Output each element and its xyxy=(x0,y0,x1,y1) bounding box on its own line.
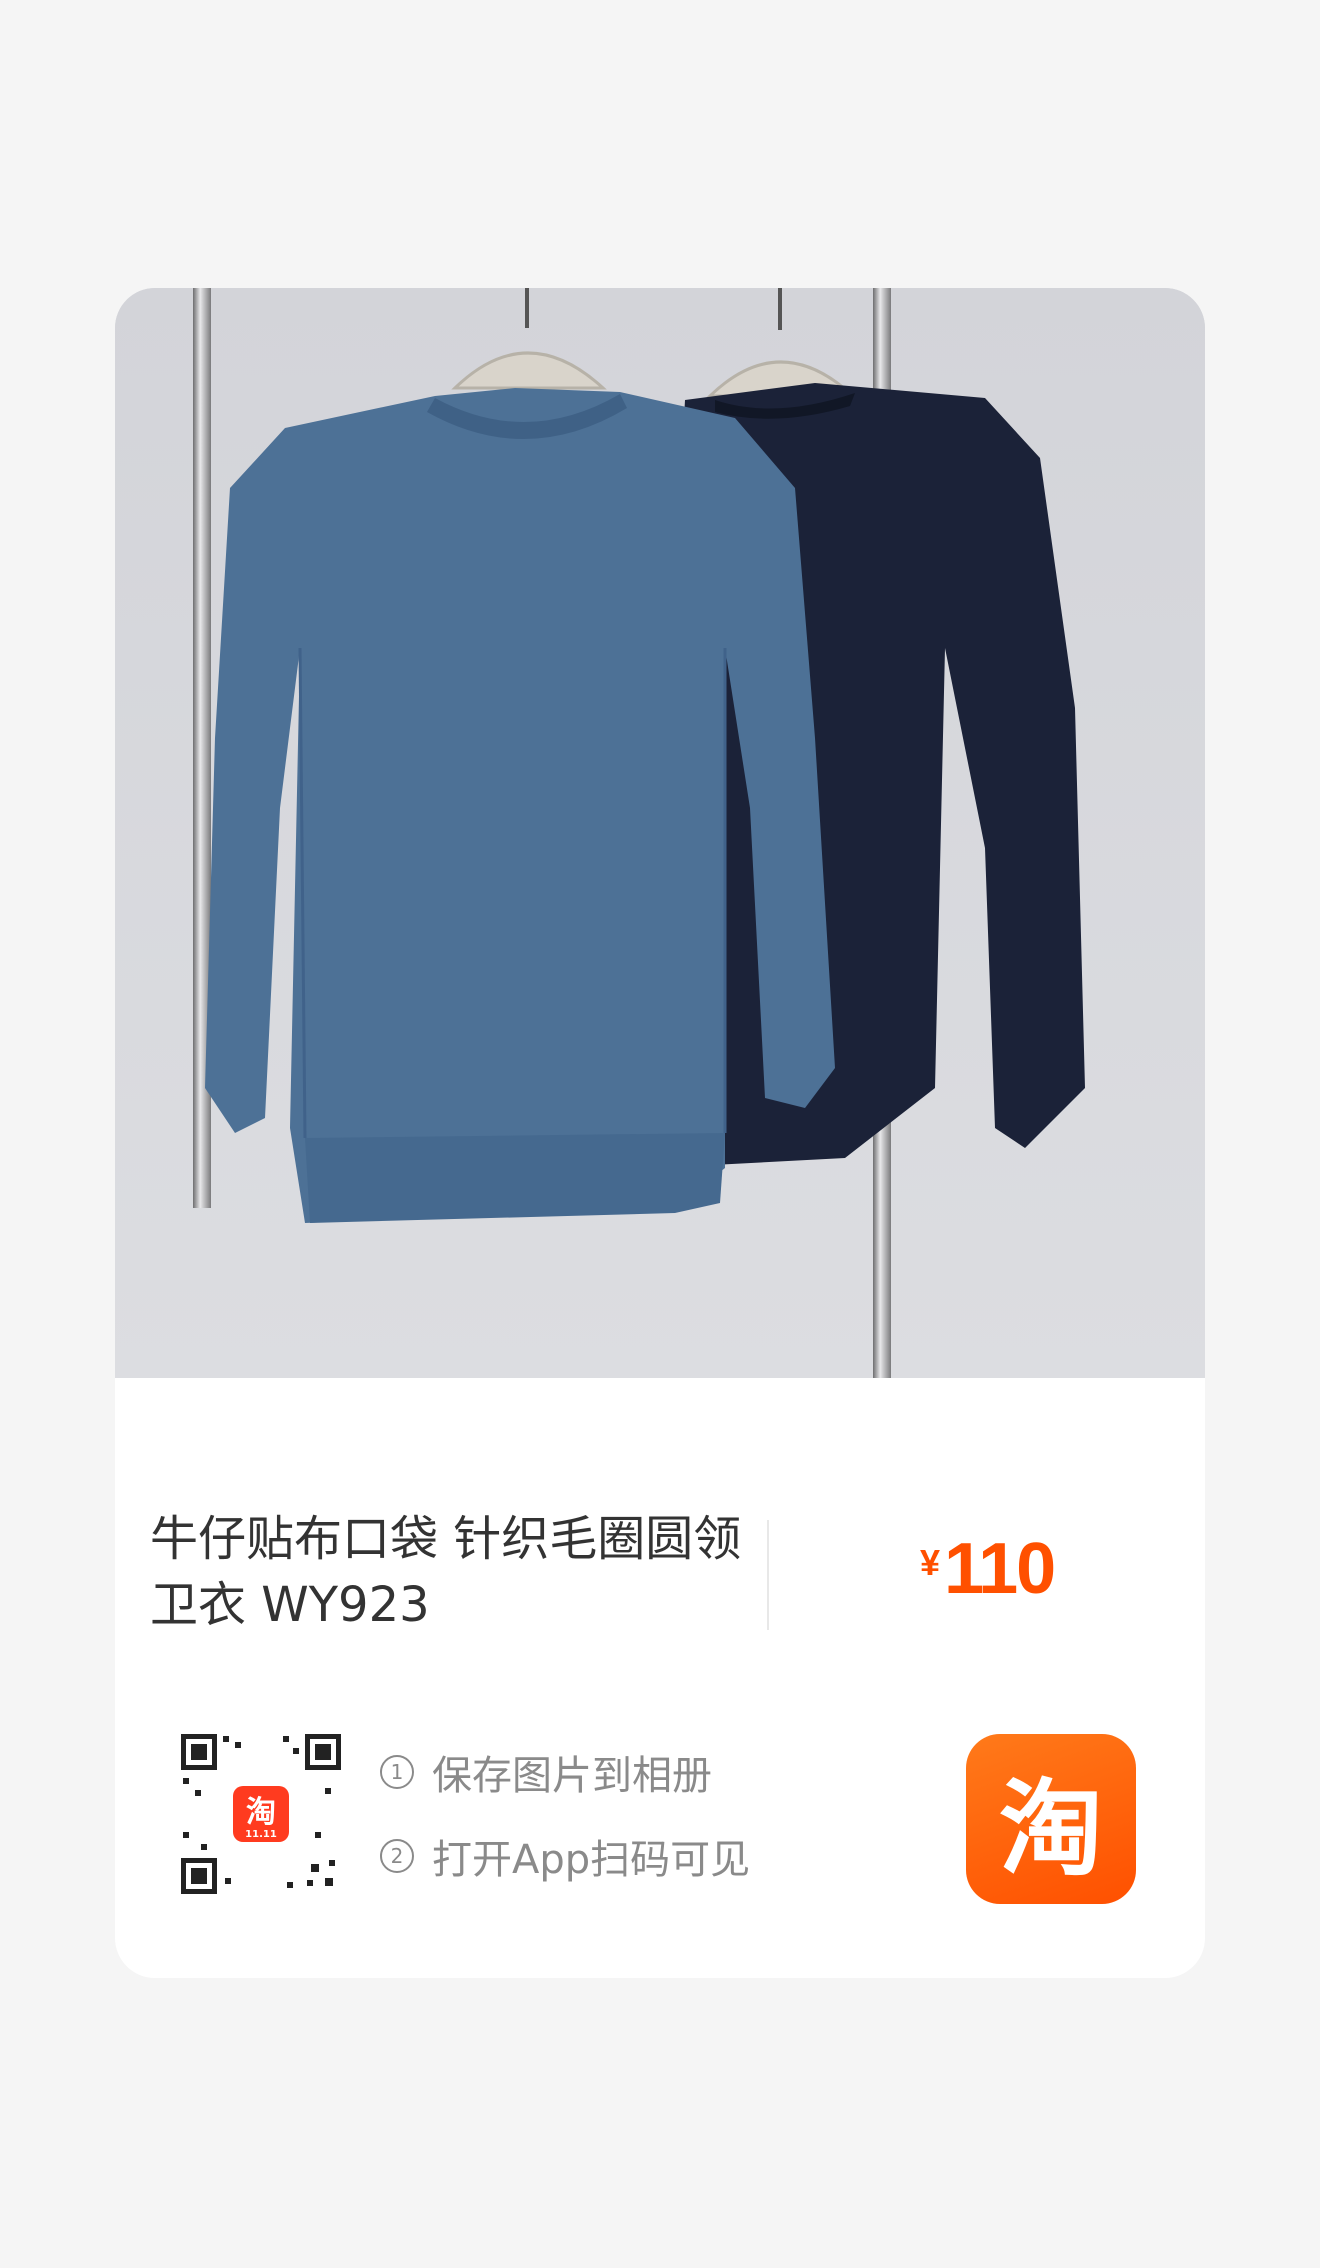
price-amount: 110 xyxy=(944,1529,1056,1609)
step-number: 1 xyxy=(380,1755,414,1789)
product-title: 牛仔贴布口袋 针织毛圈圆领卫衣 WY923 xyxy=(150,1511,742,1633)
instruction-step-save: 1 保存图片到相册 xyxy=(380,1748,750,1799)
qr-badge-glyph: 淘 xyxy=(246,1795,276,1830)
product-price: ¥110 xyxy=(920,1528,1056,1610)
price-currency: ¥ xyxy=(920,1542,941,1583)
qr-badge-caption: 11.11 xyxy=(245,1829,277,1840)
qr-code[interactable]: 淘 11.11 xyxy=(175,1728,347,1900)
product-photo xyxy=(115,288,1205,1378)
scan-instructions: 1 保存图片到相册 2 打开App扫码可见 xyxy=(380,1748,750,1916)
qr-finder-top-right xyxy=(305,1734,341,1770)
qr-finder-top-left xyxy=(181,1734,217,1770)
product-image[interactable] xyxy=(115,288,1205,1378)
title-divider xyxy=(767,1520,769,1630)
taobao-logo-icon[interactable]: 淘 xyxy=(966,1734,1136,1904)
instruction-step-open-app: 2 打开App扫码可见 xyxy=(380,1832,750,1883)
share-card: 牛仔贴布口袋 针织毛圈圆领卫衣 WY923 ¥110 淘 11.11 1 保存图… xyxy=(115,288,1205,1978)
step-number: 2 xyxy=(380,1839,414,1873)
qr-finder-bottom-left xyxy=(181,1858,217,1894)
step-text: 保存图片到相册 xyxy=(432,1753,712,1799)
step-text: 打开App扫码可见 xyxy=(432,1837,751,1883)
